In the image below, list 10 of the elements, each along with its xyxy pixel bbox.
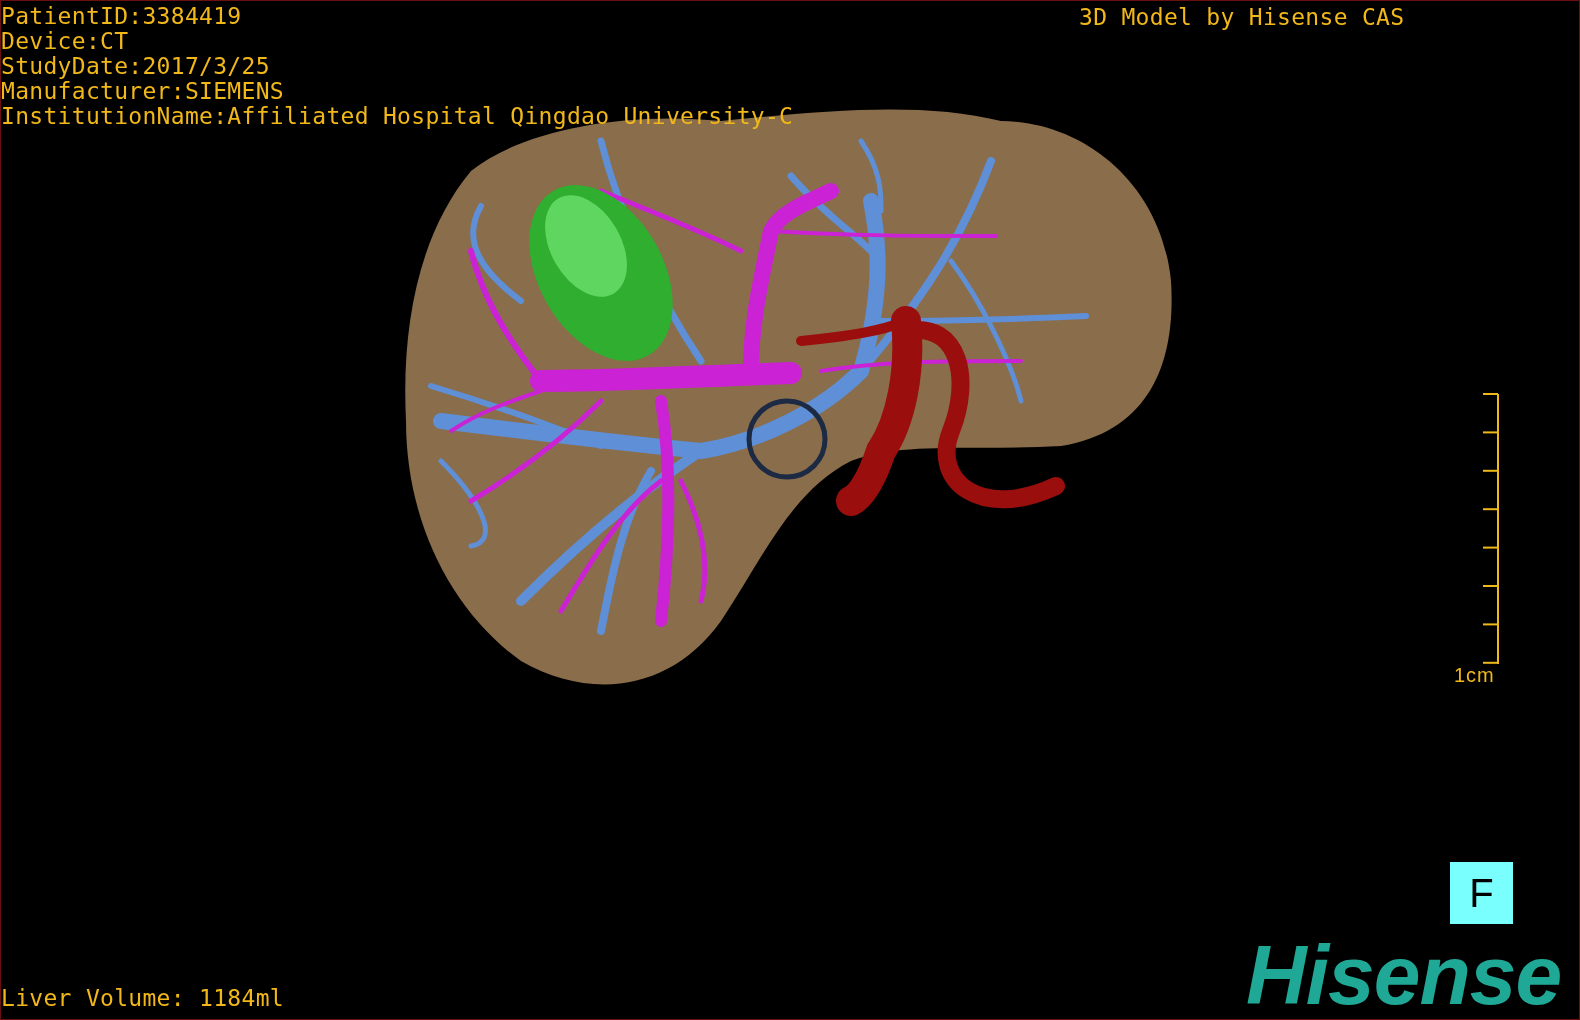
liver-volume: Liver Volume: 1184ml <box>1 986 284 1011</box>
orientation-marker: F <box>1450 862 1513 924</box>
patient-info-line: PatientID:3384419 <box>1 4 243 29</box>
scale-bar-icon <box>1480 393 1500 665</box>
scale-label: 1cm <box>1454 665 1495 685</box>
model-title: 3D Model by Hisense CAS <box>1079 5 1405 30</box>
patient-info-line: StudyDate:2017/3/25 <box>1 54 271 79</box>
patient-info-line: Manufacturer:SIEMENS <box>1 79 285 104</box>
patient-info-line: Device:CT <box>1 29 130 54</box>
logo: Hisense <box>1246 933 1562 1017</box>
